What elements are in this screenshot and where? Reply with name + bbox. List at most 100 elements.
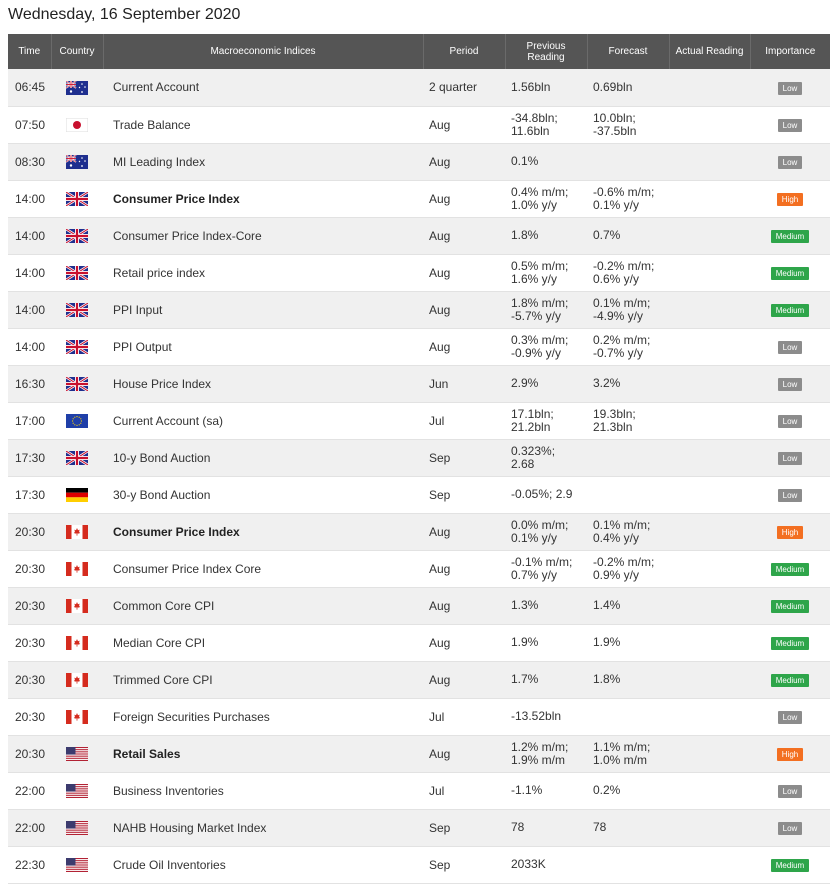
indicator-name[interactable]: Trimmed Core CPI: [103, 661, 423, 699]
forecast-cell: 0.2%: [587, 772, 669, 810]
col-header-importance[interactable]: Importance: [750, 34, 830, 69]
previous-reading-cell: 17.1bln; 21.2bln: [505, 402, 587, 440]
col-header-country[interactable]: Country: [51, 34, 104, 69]
indicator-name[interactable]: Foreign Securities Purchases: [103, 698, 423, 736]
table-row[interactable]: 14:00 PPI Output Aug 0.3% m/m; -0.9% y/y 0.2%…: [8, 328, 830, 366]
table-row[interactable]: 07:50 Trade Balance Aug -34.8bln; 11.6bln 10.…: [8, 106, 830, 144]
indicator-name[interactable]: Consumer Price Index: [103, 180, 423, 218]
table-row[interactable]: 20:30 Median Core CPI Aug 1.9% 1.9% Medium: [8, 624, 830, 662]
time-cell: 14:00: [8, 291, 51, 329]
indicator-name[interactable]: Current Account (sa): [103, 402, 423, 440]
indicator-name[interactable]: Median Core CPI: [103, 624, 423, 662]
indicator-name[interactable]: 10-y Bond Auction: [103, 439, 423, 477]
previous-reading-cell: 2.9%: [505, 365, 587, 403]
period-cell: Aug: [423, 180, 505, 218]
table-row[interactable]: 17:00 Current Account (sa) Jul 17.1bln; 21.2…: [8, 402, 830, 440]
indicator-name[interactable]: Consumer Price Index Core: [103, 550, 423, 588]
usa-flag-icon: [66, 857, 88, 872]
importance-cell: High: [750, 513, 830, 551]
actual-reading-cell: [669, 143, 750, 181]
indicator-name[interactable]: MI Leading Index: [103, 143, 423, 181]
indicator-name[interactable]: Consumer Price Index-Core: [103, 217, 423, 255]
importance-badge: High: [776, 748, 804, 761]
col-header-forecast[interactable]: Forecast: [587, 34, 670, 69]
table-row[interactable]: 17:30 10-y Bond Auction Sep 0.323%; 2.68 Low: [8, 439, 830, 477]
indicator-name[interactable]: Business Inventories: [103, 772, 423, 810]
forecast-cell: [587, 698, 669, 736]
country-cell: [51, 106, 103, 144]
previous-reading-cell: 0.5% m/m; 1.6% y/y: [505, 254, 587, 292]
col-header-period[interactable]: Period: [423, 34, 506, 69]
table-row[interactable]: 20:30 Consumer Price Index Aug 0.0% m/m; 0.1…: [8, 513, 830, 551]
actual-reading-cell: [669, 661, 750, 699]
table-row[interactable]: 17:30 30-y Bond Auction Sep -0.05%; 2.9 Low: [8, 476, 830, 514]
table-row[interactable]: 16:30 House Price Index Jun 2.9% 3.2% Low: [8, 365, 830, 403]
period-cell: Aug: [423, 328, 505, 366]
table-row[interactable]: 20:30 Foreign Securities Purchases Jul -13.…: [8, 698, 830, 736]
time-cell: 22:00: [8, 809, 51, 847]
page-title: Wednesday, 16 September 2020: [8, 6, 241, 23]
importance-badge: Low: [777, 378, 803, 391]
actual-reading-cell: [669, 328, 750, 366]
table-row[interactable]: 20:30 Trimmed Core CPI Aug 1.7% 1.8% Medium: [8, 661, 830, 699]
table-row[interactable]: 20:30 Retail Sales Aug 1.2% m/m; 1.9% m/m 1.1…: [8, 735, 830, 773]
table-row[interactable]: 20:30 Common Core CPI Aug 1.3% 1.4% Medium: [8, 587, 830, 625]
australia-flag-icon: [66, 154, 88, 169]
indicator-name[interactable]: House Price Index: [103, 365, 423, 403]
usa-flag-icon: [66, 820, 88, 835]
indicator-name[interactable]: NAHB Housing Market Index: [103, 809, 423, 847]
indicator-name[interactable]: 30-y Bond Auction: [103, 476, 423, 514]
indicator-name[interactable]: Retail Sales: [103, 735, 423, 773]
importance-badge: Medium: [770, 674, 810, 687]
previous-reading-cell: 0.1%: [505, 143, 587, 181]
table-row[interactable]: 06:45 Current Account 2 quarter 1.56bln 0.69…: [8, 69, 830, 107]
col-header-previous[interactable]: Previous Reading: [505, 34, 588, 69]
table-row[interactable]: 14:00 Retail price index Aug 0.5% m/m; 1.6% …: [8, 254, 830, 292]
period-cell: Aug: [423, 143, 505, 181]
col-header-actual[interactable]: Actual Reading: [669, 34, 751, 69]
table-row[interactable]: 14:00 PPI Input Aug 1.8% m/m; -5.7% y/y 0.1% …: [8, 291, 830, 329]
time-cell: 22:30: [8, 846, 51, 884]
period-cell: Jul: [423, 402, 505, 440]
importance-cell: Low: [750, 476, 830, 514]
country-cell: [51, 624, 103, 662]
period-cell: Aug: [423, 624, 505, 662]
forecast-cell: -0.6% m/m; 0.1% y/y: [587, 180, 669, 218]
table-row[interactable]: 08:30 MI Leading Index Aug 0.1% Low: [8, 143, 830, 181]
col-header-time[interactable]: Time: [8, 34, 52, 69]
col-header-indices[interactable]: Macroeconomic Indices: [103, 34, 424, 69]
importance-cell: Medium: [750, 846, 830, 884]
actual-reading-cell: [669, 735, 750, 773]
importance-badge: High: [776, 526, 804, 539]
time-cell: 17:30: [8, 476, 51, 514]
table-row[interactable]: 22:00 Business Inventories Jul -1.1% 0.2% Low: [8, 772, 830, 810]
indicator-name[interactable]: Retail price index: [103, 254, 423, 292]
table-row[interactable]: 20:30 Consumer Price Index Core Aug -0.1% m…: [8, 550, 830, 588]
indicator-name[interactable]: Current Account: [103, 69, 423, 107]
table-row[interactable]: 14:00 Consumer Price Index-Core Aug 1.8% 0.7…: [8, 217, 830, 255]
importance-cell: Low: [750, 365, 830, 403]
previous-reading-cell: 1.8% m/m; -5.7% y/y: [505, 291, 587, 329]
period-cell: 2 quarter: [423, 69, 505, 107]
importance-cell: Low: [750, 698, 830, 736]
table-row[interactable]: 22:30 Crude Oil Inventories Sep 2033K Medium: [8, 846, 830, 884]
indicator-name[interactable]: PPI Output: [103, 328, 423, 366]
table-row[interactable]: 22:00 NAHB Housing Market Index Sep 78 78 Low: [8, 809, 830, 847]
actual-reading-cell: [669, 513, 750, 551]
indicator-name[interactable]: PPI Input: [103, 291, 423, 329]
uk-flag-icon: [66, 339, 88, 354]
previous-reading-cell: 78: [505, 809, 587, 847]
period-cell: Aug: [423, 217, 505, 255]
indicator-name[interactable]: Trade Balance: [103, 106, 423, 144]
country-cell: [51, 217, 103, 255]
previous-reading-cell: 1.9%: [505, 624, 587, 662]
period-cell: Sep: [423, 439, 505, 477]
canada-flag-icon: [66, 635, 88, 650]
indicator-name[interactable]: Consumer Price Index: [103, 513, 423, 551]
indicator-name[interactable]: Common Core CPI: [103, 587, 423, 625]
table-row[interactable]: 14:00 Consumer Price Index Aug 0.4% m/m; 1.0…: [8, 180, 830, 218]
period-cell: Aug: [423, 735, 505, 773]
indicator-name[interactable]: Crude Oil Inventories: [103, 846, 423, 884]
time-cell: 20:30: [8, 513, 51, 551]
importance-cell: Medium: [750, 291, 830, 329]
